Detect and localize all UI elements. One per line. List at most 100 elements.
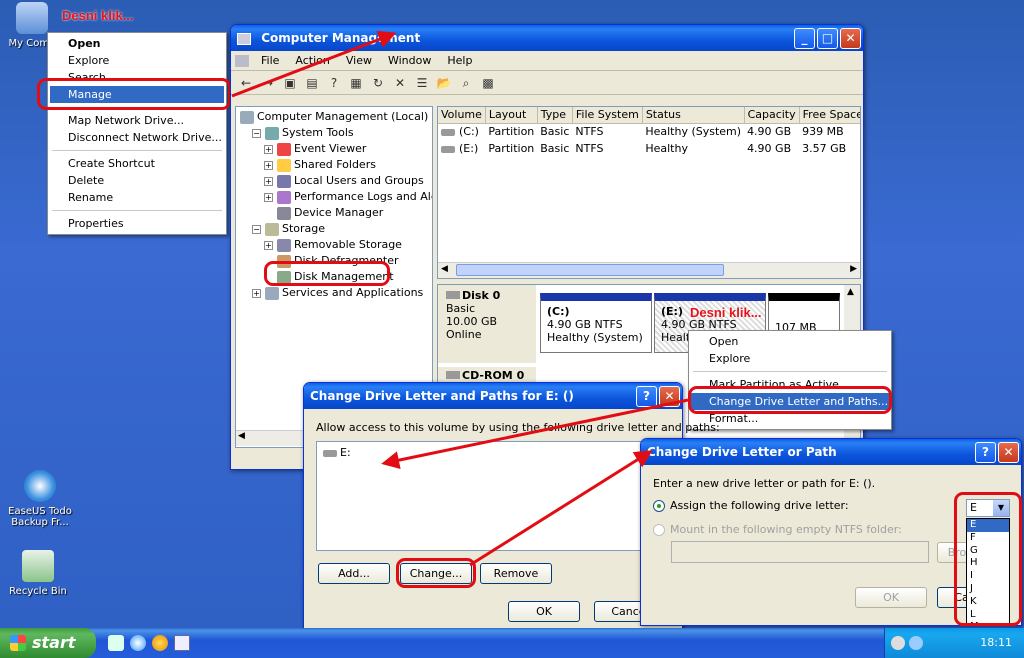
drive-letter-option[interactable]: M [967,621,1009,624]
clock[interactable]: 18:11 [980,628,1012,658]
volume-hscroll-thumb[interactable] [456,264,724,276]
menu-item-create-shortcut[interactable]: Create Shortcut [50,155,224,172]
menu-item-change-drive-letter-and-paths[interactable]: Change Drive Letter and Paths... [691,393,889,410]
column-header[interactable]: Volume [438,107,486,124]
menu-item-delete[interactable]: Delete [50,172,224,189]
tree-node-event-viewer[interactable]: + Event Viewer [264,141,366,157]
open-icon[interactable]: 📂 [435,74,453,92]
show-desktop-icon[interactable] [174,635,190,651]
drive-letter-option[interactable]: I [967,570,1009,583]
recycle-bin-icon[interactable]: Recycle Bin [0,550,78,597]
menu-item-search[interactable]: Search... [50,69,224,86]
cm-titlebar[interactable]: Computer Management _ □ ✕ [231,25,863,51]
menu-action[interactable]: Action [287,54,337,67]
ok-button[interactable]: OK [855,587,927,608]
easeus-icon[interactable]: EaseUS Todo Backup Fr... [0,470,80,528]
collapse-icon[interactable]: − [252,128,261,138]
tree-node-storage[interactable]: − Storage [252,221,325,237]
scroll-up-icon[interactable]: ▲ [847,287,854,297]
menu-item-map-network-drive[interactable]: Map Network Drive... [50,112,224,129]
collapse-icon[interactable]: − [252,224,261,234]
mount-folder-option[interactable]: Mount in the following empty NTFS folder… [653,523,902,536]
menu-item-open[interactable]: Open [50,35,224,52]
drive-letter-option[interactable]: E [967,519,1009,532]
table-row[interactable]: (E:) Partition Basic NTFS Healthy 4.90 GB 3.57… [438,140,860,157]
tree-node-system-tools[interactable]: − System Tools [252,125,354,141]
menu-file[interactable]: File [253,54,287,67]
drive-letter-option[interactable]: L [967,609,1009,622]
tree-node-computer-management-local[interactable]: Computer Management (Local) [240,109,428,125]
drive-letter-select[interactable]: E ▼ [966,499,1010,517]
properties-icon[interactable]: ☰ [413,74,431,92]
column-header[interactable]: Capacity [744,107,800,124]
scroll-left-icon[interactable]: ◀ [441,264,448,274]
quicklaunch-app-icon[interactable] [108,635,124,651]
tray-sync-icon[interactable] [909,636,923,650]
menu-item-explore[interactable]: Explore [691,350,889,367]
close-button[interactable]: ✕ [998,442,1019,463]
menu-item-manage[interactable]: Manage [50,86,224,103]
back-icon[interactable]: ← [237,74,255,92]
close-button[interactable]: ✕ [840,28,861,49]
console-icon[interactable]: ▦ [347,74,365,92]
tree-node-disk-management[interactable]: Disk Management [264,269,394,285]
tree-node-disk-defragmenter[interactable]: Disk Defragmenter [264,253,399,269]
menu-view[interactable]: View [338,54,380,67]
forward-icon[interactable]: → [259,74,277,92]
drive-letter-option[interactable]: J [967,583,1009,596]
expand-icon[interactable]: + [264,160,273,170]
menu-window[interactable]: Window [380,54,439,67]
search-icon[interactable]: ⌕ [457,74,475,92]
expand-icon[interactable]: + [264,240,273,250]
assign-letter-option[interactable]: Assign the following drive letter: [653,499,849,512]
menu-item-open[interactable]: Open [691,333,889,350]
drive-letter-option[interactable]: K [967,596,1009,609]
menu-item-format[interactable]: Format... [691,410,889,427]
refresh-icon[interactable]: ↻ [369,74,387,92]
scroll-right-icon[interactable]: ▶ [850,264,857,274]
ie-icon[interactable] [130,635,146,651]
paths-list[interactable]: E: [316,441,672,551]
scroll-left-icon[interactable]: ◀ [238,431,245,441]
tree-node-performance-logs-and-alerts[interactable]: + Performance Logs and Alerts [264,189,432,205]
menu-item-properties[interactable]: Properties [50,215,224,232]
tree-node-removable-storage[interactable]: + Removable Storage [264,237,402,253]
tree-node-device-manager[interactable]: Device Manager [264,205,383,221]
menu-item-explore[interactable]: Explore [50,52,224,69]
change-button[interactable]: Change... [400,563,472,584]
help-icon[interactable]: ? [325,74,343,92]
menu-item-mark-partition-as-active[interactable]: Mark Partition as Active [691,376,889,393]
dlg2-titlebar[interactable]: Change Drive Letter or Path ? ✕ [641,439,1021,465]
expand-icon[interactable]: + [252,288,261,298]
tray-network-icon[interactable] [891,636,905,650]
tree-node-shared-folders[interactable]: + Shared Folders [264,157,376,173]
start-button[interactable]: start [0,628,96,658]
expand-icon[interactable]: + [264,144,273,154]
tree-node-local-users-and-groups[interactable]: + Local Users and Groups [264,173,424,189]
menu-help[interactable]: Help [439,54,480,67]
mount-folder-radio[interactable] [653,524,665,536]
ok-button[interactable]: OK [508,601,580,622]
volume-hscroll[interactable]: ◀ ▶ [438,262,860,278]
menu-item-disconnect-network-drive[interactable]: Disconnect Network Drive... [50,129,224,146]
partition-c[interactable]: (C:) 4.90 GB NTFS Healthy (System) [540,293,652,353]
close-button[interactable]: ✕ [659,386,680,407]
show-tree-icon[interactable]: ▤ [303,74,321,92]
expand-icon[interactable]: + [264,192,273,202]
drive-letter-option[interactable]: H [967,557,1009,570]
expand-icon[interactable]: + [264,176,273,186]
chevron-down-icon[interactable]: ▼ [993,500,1009,516]
remove-button[interactable]: Remove [480,563,552,584]
assign-letter-radio[interactable] [653,500,665,512]
tree-node-services-and-applications[interactable]: + Services and Applications [252,285,423,301]
menu-item-rename[interactable]: Rename [50,189,224,206]
dlg1-titlebar[interactable]: Change Drive Letter and Paths for E: () … [304,383,682,409]
table-row[interactable]: (C:) Partition Basic NTFS Healthy (System) 4.… [438,123,860,140]
path-entry-e[interactable]: E: [340,446,351,459]
maximize-button[interactable]: □ [817,28,838,49]
console-menu-icon[interactable] [235,55,249,67]
help-button[interactable]: ? [636,386,657,407]
mount-path-input[interactable] [671,541,929,563]
help-button[interactable]: ? [975,442,996,463]
media-player-icon[interactable] [152,635,168,651]
